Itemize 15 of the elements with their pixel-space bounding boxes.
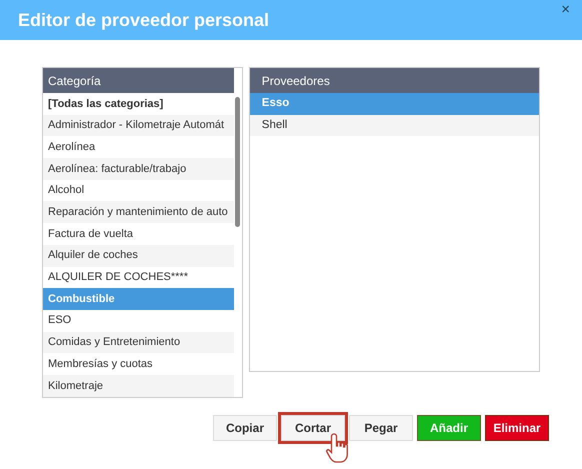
action-button[interactable]: Copiar: [213, 415, 277, 441]
column-header: Proveedores: [250, 68, 539, 93]
list-item[interactable]: Administrador - Kilometraje Automát: [43, 114, 234, 136]
list-item[interactable]: Kilometraje: [43, 374, 234, 397]
action-button[interactable]: Pegar: [349, 415, 413, 441]
action-button[interactable]: Cortar: [281, 415, 345, 441]
close-button[interactable]: ×: [561, 2, 570, 17]
window-title: Editor de proveedor personal: [18, 8, 270, 32]
list-item[interactable]: Reparación y mantenimiento de auto: [43, 201, 234, 224]
list-item[interactable]: Comidas y Entretenimiento: [43, 332, 234, 354]
list-item[interactable]: Alquiler de coches: [43, 244, 234, 266]
list-item[interactable]: Aerolínea: facturable/trabajo: [43, 158, 234, 180]
column-header: Categoría: [43, 68, 234, 93]
action-button[interactable]: Eliminar: [485, 415, 549, 441]
list-item[interactable]: Shell: [250, 114, 539, 136]
